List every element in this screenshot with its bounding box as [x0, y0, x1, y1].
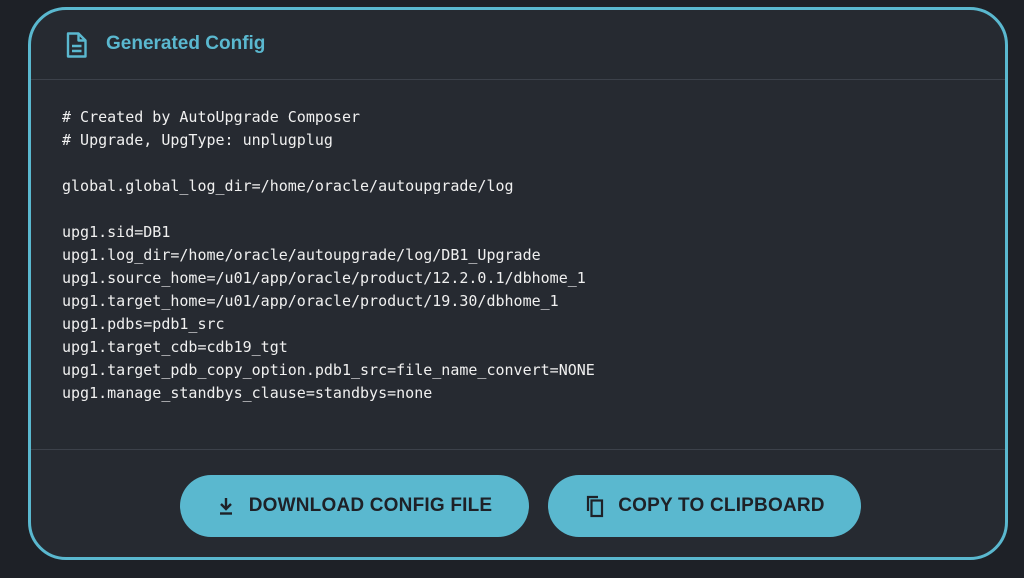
- config-line: upg1.sid=DB1: [62, 223, 171, 241]
- copy-to-clipboard-button[interactable]: COPY TO CLIPBOARD: [548, 475, 861, 537]
- config-line: upg1.pdbs=pdb1_src: [62, 315, 225, 333]
- copy-icon: [584, 495, 604, 518]
- generated-config-panel: Generated Config # Created by AutoUpgrad…: [28, 7, 1008, 560]
- config-line: [62, 152, 962, 175]
- config-line: [62, 198, 962, 221]
- config-line: upg1.target_cdb=cdb19_tgt: [62, 338, 288, 356]
- document-icon: [65, 32, 87, 58]
- config-line: upg1.log_dir=/home/oracle/autoupgrade/lo…: [62, 246, 541, 264]
- config-line: upg1.manage_standbys_clause=standbys=non…: [62, 384, 433, 402]
- config-line: global.global_log_dir=/home/oracle/autou…: [62, 177, 514, 195]
- download-config-label: DOWNLOAD CONFIG FILE: [248, 495, 493, 516]
- config-line: # Created by AutoUpgrade Composer: [62, 108, 361, 126]
- panel-footer: DOWNLOAD CONFIG FILE COPY TO CLIPBOARD: [31, 449, 1005, 557]
- download-icon: [217, 496, 235, 516]
- panel-header: Generated Config: [31, 10, 1005, 80]
- config-line: upg1.target_home=/u01/app/oracle/product…: [62, 292, 559, 310]
- config-line: # Upgrade, UpgType: unplugplug: [62, 131, 333, 149]
- config-line: upg1.target_pdb_copy_option.pdb1_src=fil…: [62, 361, 595, 379]
- download-config-button[interactable]: DOWNLOAD CONFIG FILE: [180, 475, 529, 537]
- config-line: upg1.source_home=/u01/app/oracle/product…: [62, 269, 586, 287]
- config-code-block[interactable]: # Created by AutoUpgrade Composer # Upgra…: [62, 106, 962, 405]
- panel-title: Generated Config: [106, 33, 266, 54]
- copy-to-clipboard-label: COPY TO CLIPBOARD: [618, 495, 825, 516]
